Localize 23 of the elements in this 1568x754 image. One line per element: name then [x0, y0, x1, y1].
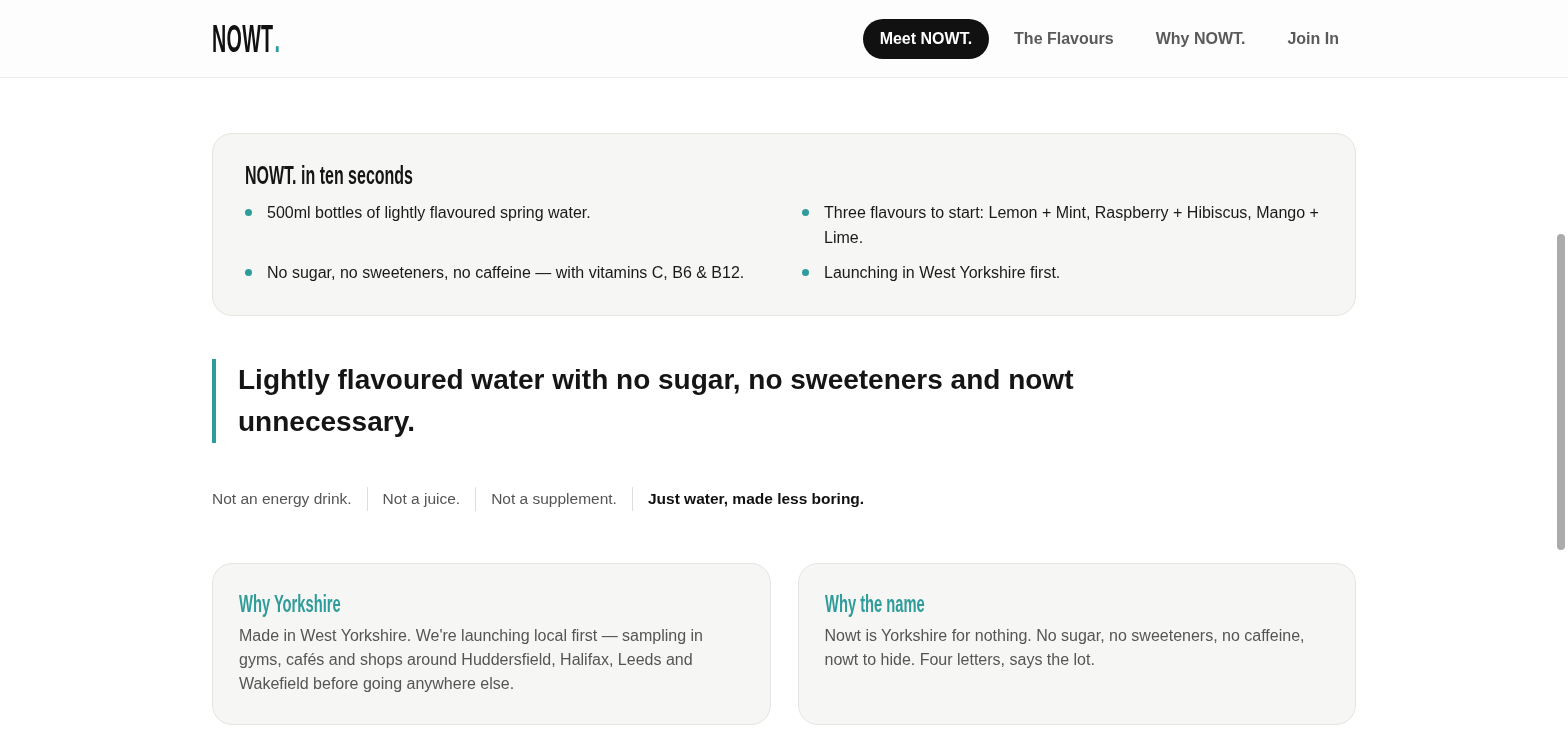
- summary-item-text: Three flavours to start: Lemon + Mint, Raspberry + Hibiscus, Mango + Lime.: [824, 203, 1320, 248]
- bullet-icon: [802, 269, 809, 276]
- bullet-icon: [802, 209, 809, 216]
- pull-quote: Lightly flavoured water with no sugar, no sweeteners and nowt unnecessary.: [212, 359, 1138, 443]
- summary-item-text: Launching in West Yorkshire first.: [824, 263, 1061, 283]
- card-body-text: Made in West Yorkshire. We're launching local first — sampling in gyms, cafés and shops around Huddersfield, Halifax, Leeds and Wakefield before going anywhere else.: [239, 626, 704, 694]
- nav-link[interactable]: Why NOWT.: [1138, 18, 1263, 59]
- card-body-text: Nowt is Yorkshire for nothing. No sugar, no sweeteners, no caffeine, nowt to hide. Four letters, says the lot.: [824, 626, 1306, 670]
- summary-item-text: 500ml bottles of lightly flavoured spring water.: [267, 203, 591, 223]
- bullet-icon: [245, 269, 252, 276]
- scrollbar-thumb[interactable]: [1557, 234, 1565, 550]
- tagline-text: Just water, made less boring.: [647, 489, 865, 509]
- card-title: Why Yorkshire: [239, 590, 342, 618]
- card-title: Why the name: [824, 590, 926, 618]
- nav-link[interactable]: Meet NOWT.: [862, 18, 990, 59]
- tagline-text: Not a juice.: [382, 489, 461, 509]
- tagline-text: Not an energy drink.: [212, 489, 352, 509]
- tagline-text: Not a supplement.: [491, 489, 617, 509]
- nav-link[interactable]: Join In: [1270, 18, 1356, 59]
- nav-link[interactable]: The Flavours: [997, 18, 1131, 59]
- summary-item-text: No sugar, no sweeteners, no caffeine — with vitamins C, B6 & B12.: [267, 263, 745, 283]
- bullet-icon: [245, 209, 252, 216]
- brand-logo[interactable]: NOWT.: [212, 21, 282, 56]
